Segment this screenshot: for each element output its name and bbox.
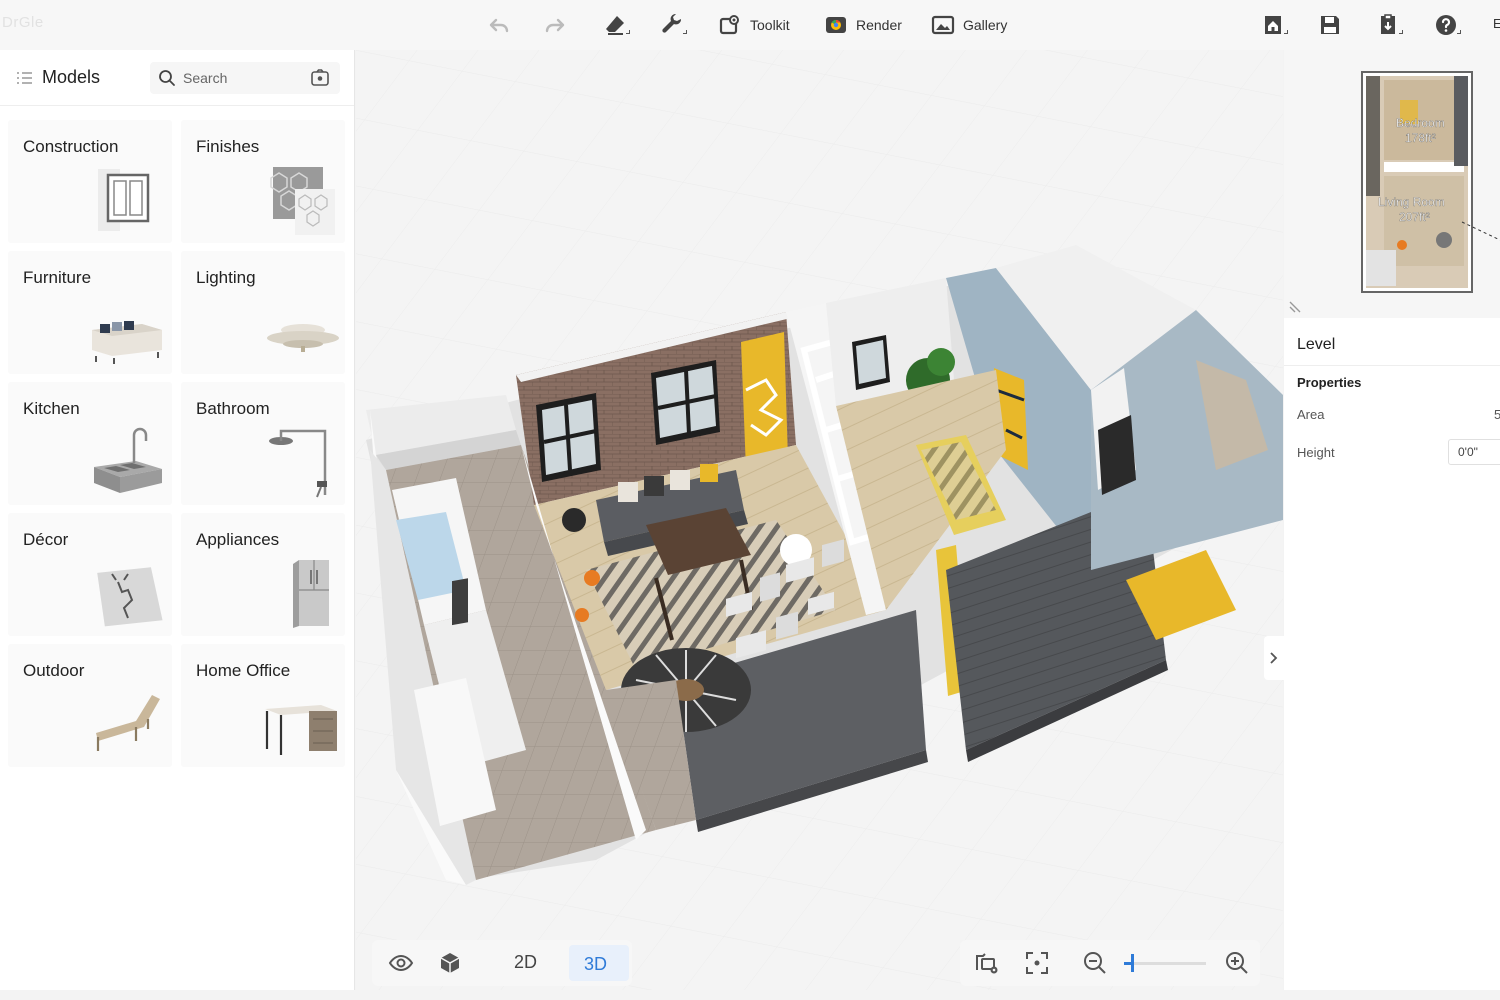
category-label: Bathroom: [196, 399, 270, 418]
minimap-floorplan[interactable]: Bedroom 178ft² Living Room 207ft²: [1284, 50, 1500, 318]
gallery-label: Gallery: [963, 17, 1008, 33]
divider: [1284, 365, 1500, 366]
render-label: Render: [856, 17, 902, 33]
area-value: 5: [1494, 407, 1500, 422]
zoom-slider[interactable]: [1124, 954, 1206, 972]
gallery-icon: [931, 15, 955, 35]
toolkit-button[interactable]: Toolkit: [718, 8, 790, 42]
list-icon[interactable]: [16, 69, 34, 87]
category-home-office[interactable]: Home Office: [181, 644, 345, 767]
toolkit-label: Toolkit: [750, 17, 790, 33]
zoom-slider-thumb[interactable]: [1131, 954, 1135, 972]
expand-panel-button[interactable]: [1264, 636, 1284, 680]
properties-panel: Bedroom 178ft² Living Room 207ft² Level …: [1284, 50, 1500, 990]
category-label: Furniture: [23, 268, 92, 287]
category-label: Décor: [23, 530, 69, 549]
search-icon: [159, 70, 175, 86]
resize-handle-icon[interactable]: [1288, 296, 1306, 314]
search-box[interactable]: [150, 62, 340, 94]
sidebar-header: Models: [0, 50, 354, 106]
account-initial[interactable]: E: [1493, 16, 1500, 31]
shower-icon: [269, 429, 327, 498]
desk-icon: [265, 705, 337, 755]
cube-icon[interactable]: [437, 950, 463, 976]
camera-settings-icon[interactable]: [974, 950, 1000, 976]
export-icon[interactable]: [1373, 10, 1403, 40]
zoom-out-icon[interactable]: [1082, 950, 1108, 976]
mode-3d-button[interactable]: 3D: [584, 952, 607, 977]
sofa-icon: [92, 321, 162, 364]
render-button[interactable]: Render: [824, 8, 902, 42]
3d-viewport[interactable]: [356, 50, 1283, 990]
redo-icon[interactable]: [540, 10, 570, 40]
save-icon[interactable]: [1315, 10, 1345, 40]
lounge-chair-icon: [96, 695, 160, 751]
wrench-icon[interactable]: [657, 10, 687, 40]
chevron-right-icon: [1270, 652, 1278, 664]
render-icon: [826, 17, 846, 33]
category-label: Outdoor: [23, 661, 85, 680]
category-label: Appliances: [196, 530, 280, 549]
search-input[interactable]: [183, 68, 303, 88]
properties-heading: Properties: [1297, 375, 1362, 390]
fit-to-screen-icon[interactable]: [1024, 950, 1050, 976]
top-toolbar: DrGle Toolkit Render Gallery E: [0, 0, 1500, 50]
mode-2d-button[interactable]: 2D: [514, 952, 537, 973]
models-sidebar: Models Construction Finishes: [0, 50, 355, 990]
minimap-room-name: Living Room: [1378, 195, 1445, 209]
category-label: Finishes: [196, 137, 260, 156]
category-furniture[interactable]: Furniture: [8, 251, 172, 374]
view-controls: 2D 3D: [372, 940, 632, 986]
category-lighting[interactable]: Lighting: [181, 251, 345, 374]
minimap-room-area: 178ft²: [1405, 131, 1436, 145]
undo-icon[interactable]: [484, 10, 514, 40]
category-finishes[interactable]: Finishes: [181, 120, 345, 243]
fridge-icon: [293, 560, 329, 628]
app-logo: DrGle: [2, 14, 44, 31]
floorplan-3d-render[interactable]: [356, 50, 1283, 990]
category-label: Kitchen: [23, 399, 80, 418]
models-title: Models: [42, 67, 101, 87]
category-construction[interactable]: Construction: [8, 120, 172, 243]
category-appliances[interactable]: Appliances: [181, 513, 345, 636]
zoom-controls: [960, 940, 1260, 986]
minimap-room-name: Bedroom: [1396, 116, 1445, 130]
category-label: Lighting: [196, 268, 256, 287]
eraser-icon[interactable]: [600, 10, 630, 40]
toolkit-icon: [719, 15, 739, 35]
category-decor[interactable]: Décor: [8, 513, 172, 636]
category-label: Home Office: [196, 661, 291, 680]
tile-icon: [270, 167, 335, 235]
door-icon: [98, 169, 150, 231]
zoom-in-icon[interactable]: [1224, 950, 1250, 976]
area-label: Area: [1297, 407, 1325, 422]
pendant-lamp-icon: [267, 324, 339, 352]
category-bathroom[interactable]: Bathroom: [181, 382, 345, 505]
image-search-icon[interactable]: [310, 68, 330, 88]
category-kitchen[interactable]: Kitchen: [8, 382, 172, 505]
minimap[interactable]: Bedroom 178ft² Living Room 207ft²: [1284, 50, 1500, 318]
pillow-icon: [97, 567, 163, 627]
level-title: Level: [1297, 336, 1336, 353]
visibility-eye-icon[interactable]: [388, 950, 414, 976]
home-icon[interactable]: [1258, 10, 1288, 40]
height-field[interactable]: [1448, 439, 1500, 465]
gallery-button[interactable]: Gallery: [931, 8, 1007, 42]
category-label: Construction: [23, 137, 119, 156]
category-outdoor[interactable]: Outdoor: [8, 644, 172, 767]
minimap-room-area: 207ft²: [1399, 210, 1430, 224]
help-icon[interactable]: [1431, 10, 1461, 40]
height-label: Height: [1297, 445, 1335, 460]
sink-icon: [94, 427, 162, 493]
